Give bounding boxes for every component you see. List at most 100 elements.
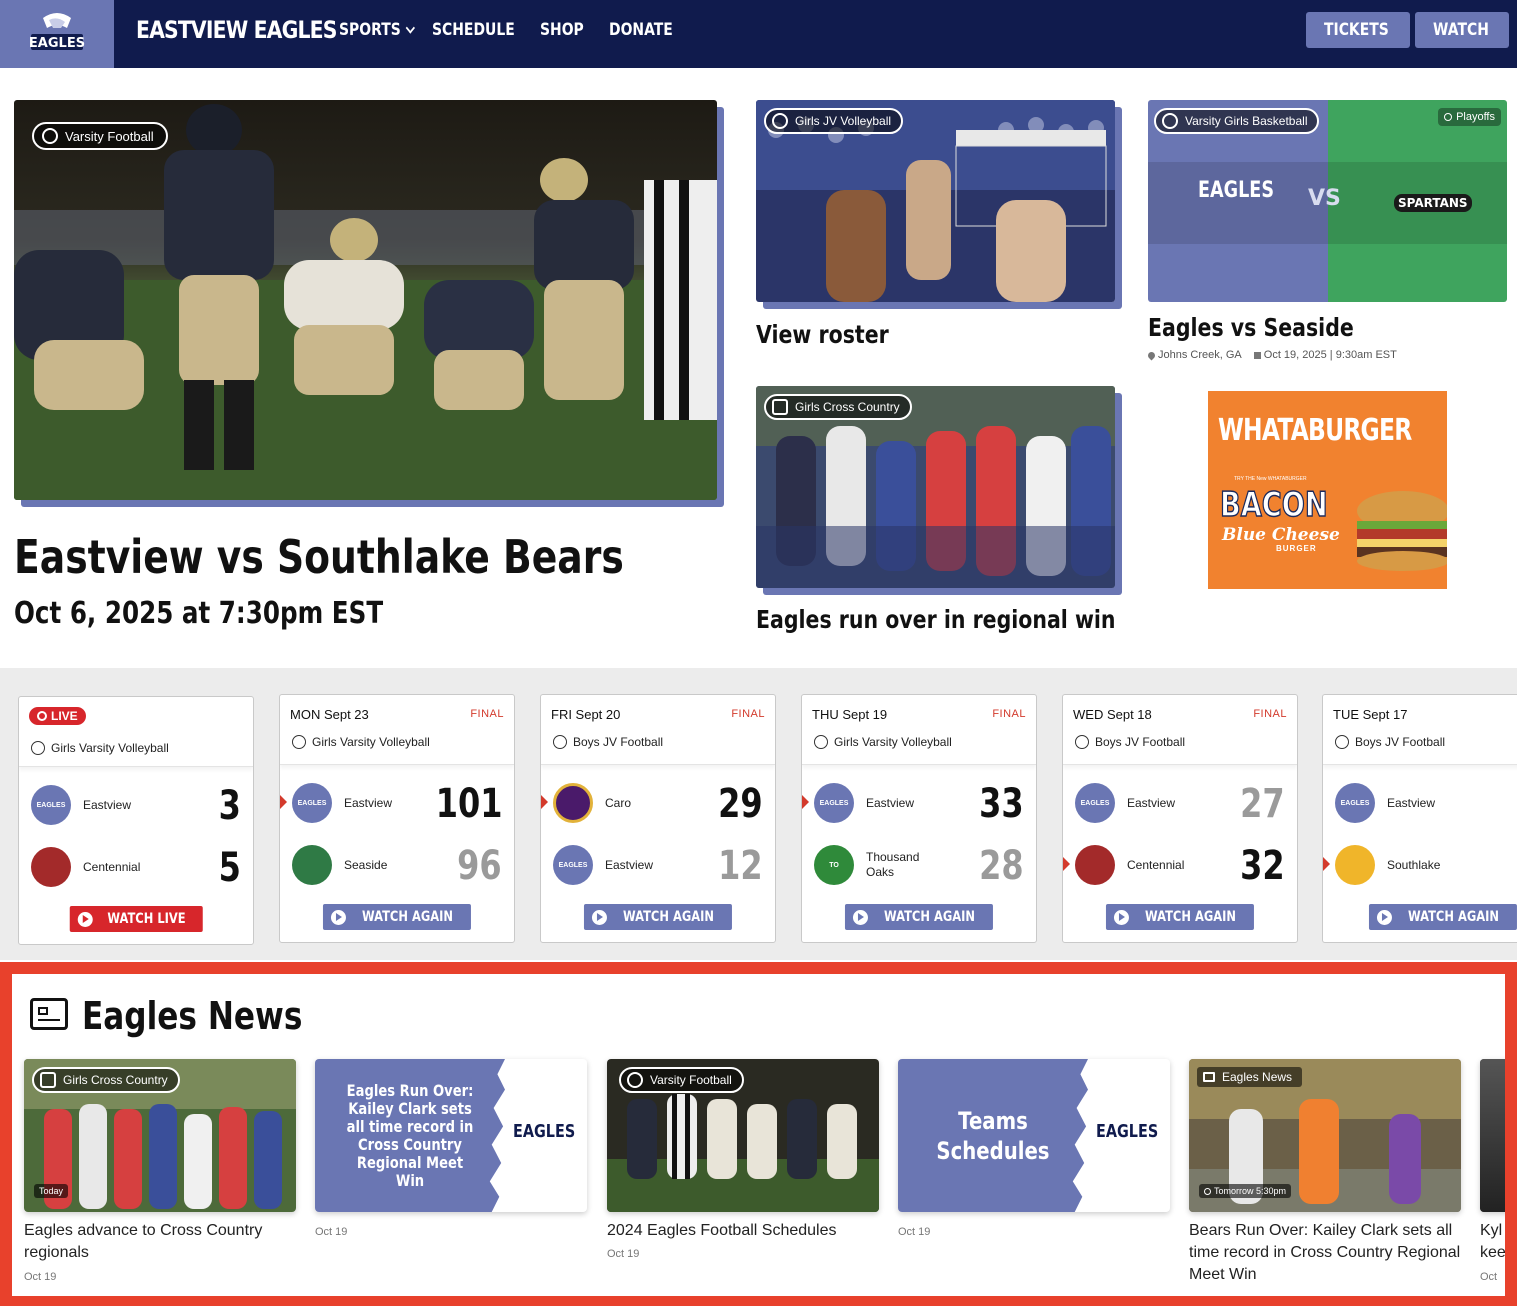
winner-arrow-icon xyxy=(802,795,809,809)
score-date: FRI Sept 20 xyxy=(551,707,621,722)
team-name: Eastview xyxy=(605,858,654,872)
news-panel-text: Eagles Run Over: Kailey Clark sets all t… xyxy=(346,1080,474,1190)
score-card[interactable]: THU Sept 19 FINAL Girls Varsity Volleyba… xyxy=(801,694,1037,943)
home-logo: EAGLES xyxy=(1198,178,1275,203)
volleyball-icon xyxy=(292,735,306,749)
team-logo: EAGLES xyxy=(814,783,854,823)
team-name: Centennial xyxy=(1127,858,1185,872)
eagles-logo: EAGLES xyxy=(1096,1121,1159,1142)
volleyball-title[interactable]: View roster xyxy=(756,320,889,349)
score-date: WED Sept 18 xyxy=(1073,707,1152,722)
news-headline[interactable]: Eagles advance to Cross Country regional… xyxy=(24,1220,298,1264)
matchup-datetime: Oct 19, 2025 | 9:30am EST xyxy=(1263,349,1397,361)
matchup-card[interactable]: EAGLES VS SPARTANS Varsity Girls Basketb… xyxy=(1148,100,1507,302)
score-card[interactable]: FRI Sept 20 FINAL Boys JV Football Caro … xyxy=(540,694,776,943)
news-card[interactable]: Eagles Run Over: Kailey Clark sets all t… xyxy=(315,1059,587,1212)
whataburger-ad[interactable]: WHATABURGER TRY THE New WHATABURGER BACO… xyxy=(1208,391,1447,589)
score-card[interactable]: LIVE Girls Varsity Volleyball EAGLES Eas… xyxy=(18,696,254,945)
play-icon xyxy=(1113,909,1129,925)
score-sport: Boys JV Football xyxy=(1355,735,1446,749)
svg-text:EAGLES: EAGLES xyxy=(29,36,85,51)
volleyball-badge: Girls JV Volleyball xyxy=(764,108,904,134)
cross-country-badge-label: Girls Cross Country xyxy=(795,400,900,414)
cross-country-photo[interactable]: Girls Cross Country xyxy=(756,386,1115,588)
ticket-icon xyxy=(1312,24,1320,36)
news-card[interactable]: Eagles News Tomorrow 5:30pm xyxy=(1189,1059,1461,1212)
location-pin-icon xyxy=(1146,350,1157,360)
away-logo: SPARTANS xyxy=(1394,194,1472,212)
live-badge: LIVE xyxy=(29,707,86,725)
nav-donate[interactable]: DONATE xyxy=(609,20,673,40)
news-badge: Eagles News xyxy=(1197,1067,1303,1087)
volleyball-photo[interactable]: Girls JV Volleyball xyxy=(756,100,1115,302)
news-card[interactable]: Teams Schedules EAGLES xyxy=(898,1059,1170,1212)
clock-icon xyxy=(1204,1187,1211,1195)
team-logo: EAGLES xyxy=(31,785,71,825)
nav-sports[interactable]: SPORTS xyxy=(339,20,416,40)
score-card[interactable]: TUE Sept 17 Boys JV Football EAGLES Eastv… xyxy=(1322,694,1517,943)
news-card[interactable]: Varsity Football xyxy=(607,1059,879,1212)
team-name: Seaside xyxy=(344,858,388,872)
volleyball-icon xyxy=(814,735,828,749)
score-card[interactable]: MON Sept 23 FINAL Girls Varsity Volleyba… xyxy=(279,694,515,943)
news-headline[interactable]: Bears Run Over: Kailey Clark sets all ti… xyxy=(1189,1220,1463,1286)
newspaper-icon xyxy=(1203,1072,1215,1082)
football-icon xyxy=(42,128,58,144)
play-icon xyxy=(330,909,346,925)
ad-burger: BURGER xyxy=(1276,544,1317,553)
newspaper-icon xyxy=(30,998,68,1030)
team-name: Eastview xyxy=(1387,796,1436,810)
news-headline[interactable]: 2024 Eagles Football Schedules xyxy=(607,1220,881,1242)
score-sport: Girls Varsity Volleyball xyxy=(51,741,169,755)
score-sport: Girls Varsity Volleyball xyxy=(312,735,430,749)
hero-date: Oct 6, 2025 at 7:30pm EST xyxy=(14,596,384,631)
watch-live-button[interactable]: WATCH LIVE xyxy=(69,906,203,932)
matchup-meta: Johns Creek, GA Oct 19, 2025 | 9:30am ES… xyxy=(1146,349,1397,361)
play-icon xyxy=(77,911,93,927)
watch-again-button[interactable]: WATCH AGAIN xyxy=(1368,904,1517,930)
hero-title[interactable]: Eastview vs Southlake Bears xyxy=(14,530,624,584)
cross-country-title[interactable]: Eagles run over in regional win xyxy=(756,605,1116,634)
team-score: 33 xyxy=(979,781,1024,827)
watch-again-button[interactable]: WATCH AGAIN xyxy=(844,904,994,930)
team-logo xyxy=(1335,845,1375,885)
ad-brand: WHATABURGER xyxy=(1218,413,1412,448)
team-name: Eastview xyxy=(83,798,132,812)
watch-again-button[interactable]: WATCH AGAIN xyxy=(583,904,733,930)
team-score: 28 xyxy=(979,843,1024,889)
score-sport: Boys JV Football xyxy=(1095,735,1186,749)
shoe-icon xyxy=(772,399,788,415)
eagles-logo[interactable]: EAGLES xyxy=(0,0,114,68)
cross-country-badge: Girls Cross Country xyxy=(764,394,912,420)
volleyball-icon xyxy=(31,741,45,755)
hero-photo[interactable]: Varsity Football xyxy=(14,100,717,500)
volleyball-badge-label: Girls JV Volleyball xyxy=(795,114,892,128)
news-card[interactable]: Girls Cross Country Today xyxy=(24,1059,296,1212)
news-panel-text: Teams Schedules xyxy=(936,1106,1050,1165)
news-headline[interactable]: Kyl kee xyxy=(1480,1220,1505,1264)
matchup-title[interactable]: Eagles vs Seaside xyxy=(1148,313,1354,342)
tickets-button[interactable]: TICKETS xyxy=(1306,12,1410,48)
playoffs-chip: Playoffs xyxy=(1438,108,1501,126)
nav-shop[interactable]: SHOP xyxy=(540,20,584,40)
news-date: Oct 19 xyxy=(24,1271,57,1283)
basketball-icon xyxy=(1162,113,1178,129)
news-badge: Varsity Football xyxy=(619,1067,744,1093)
team-score: 5 xyxy=(218,845,241,891)
score-card[interactable]: WED Sept 18 FINAL Boys JV Football EAGLE… xyxy=(1062,694,1298,943)
team-name: Eastview xyxy=(866,796,915,810)
team-logo: EAGLES xyxy=(553,845,593,885)
brand-name[interactable]: EASTVIEW EAGLES xyxy=(136,16,337,44)
team-score: 101 xyxy=(435,781,502,827)
team-logo: EAGLES xyxy=(1335,783,1375,823)
score-status: FINAL xyxy=(992,708,1026,720)
news-card[interactable] xyxy=(1480,1059,1505,1212)
watch-again-button[interactable]: WATCH AGAIN xyxy=(1105,904,1255,930)
watch-button[interactable]: WATCH xyxy=(1415,12,1509,48)
team-score: 3 xyxy=(218,783,241,829)
nav-schedule[interactable]: SCHEDULE xyxy=(432,20,515,40)
team-logo: EAGLES xyxy=(292,783,332,823)
football-icon xyxy=(553,735,567,749)
winner-arrow-icon xyxy=(280,795,287,809)
watch-again-button[interactable]: WATCH AGAIN xyxy=(322,904,472,930)
